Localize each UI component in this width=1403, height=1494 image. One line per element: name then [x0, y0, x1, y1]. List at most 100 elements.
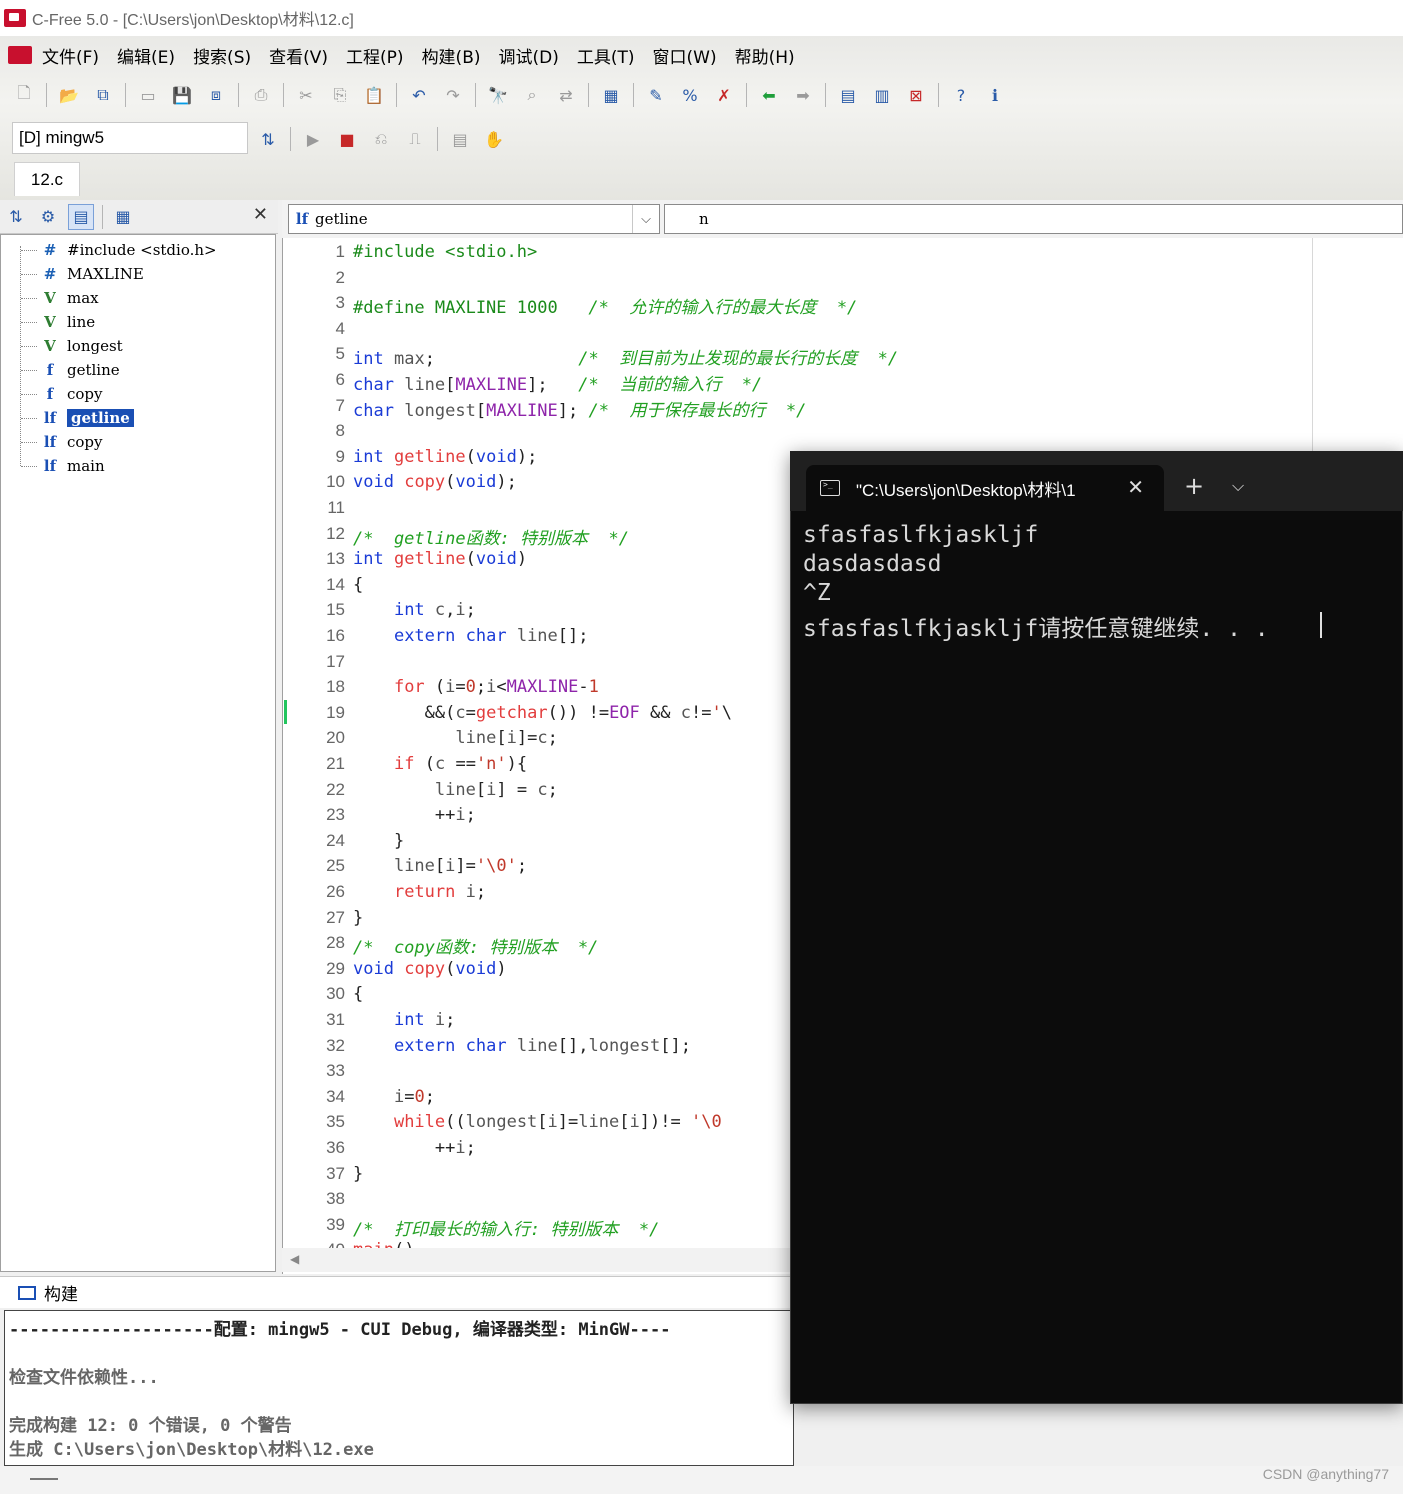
back-arrow-icon[interactable]: ⬅ — [757, 83, 781, 107]
menu-debug[interactable]: 调试(D) — [499, 43, 559, 68]
menu-help[interactable]: 帮助(H) — [735, 43, 795, 68]
new-file-icon[interactable]: 🗋 — [12, 83, 36, 107]
menu-project[interactable]: 工程(P) — [346, 43, 404, 68]
build-line: 检查文件依赖性... — [9, 1368, 159, 1388]
group-icon[interactable]: ⚙ — [36, 205, 60, 229]
chevron-down-icon[interactable]: ⌵ — [632, 205, 659, 233]
line-number: 6 — [335, 370, 345, 389]
tree-item-maxline[interactable]: # MAXLINE — [21, 262, 144, 286]
variable-icon: V — [44, 289, 56, 307]
paste-icon[interactable]: 📋 — [362, 83, 386, 107]
close-file-icon[interactable]: ▭ — [136, 83, 160, 107]
cut-icon[interactable]: ✂ — [294, 83, 318, 107]
replace-icon[interactable]: ⇄ — [554, 83, 578, 107]
tree-item-copy[interactable]: lf copy — [21, 430, 103, 454]
find-in-files-icon[interactable]: ▦ — [599, 83, 623, 107]
open-project-icon[interactable]: ⧉ — [91, 83, 115, 107]
build-panel-icon — [18, 1285, 36, 1300]
toolbar-separator — [825, 83, 826, 107]
code-line: /* getline函数: 特别版本 */ — [353, 528, 629, 549]
toggle-bookmark-icon[interactable]: ✎ — [644, 83, 668, 107]
toolbar-separator — [238, 83, 239, 107]
menu-tools[interactable]: 工具(T) — [577, 43, 635, 68]
code-line: for (i=0;i<MAXLINE-1 — [393, 677, 599, 698]
terminal-tab-title: "C:\Users\jon\Desktop\材料\1 — [856, 480, 1076, 500]
print-icon[interactable]: ⎙ — [249, 83, 273, 107]
menu-build[interactable]: 构建(B) — [422, 43, 481, 68]
toolbar-separator — [396, 83, 397, 107]
build-panel-header: 构建 — [0, 1276, 790, 1308]
tree-item-longest[interactable]: Vlongest — [21, 334, 123, 358]
run-icon[interactable]: ▶ — [301, 127, 325, 151]
tree-item-main[interactable]: lf main — [21, 454, 105, 478]
save-icon[interactable]: 💾 — [170, 83, 194, 107]
watch-icon[interactable]: ▤ — [448, 127, 472, 151]
line-number: 22 — [326, 779, 345, 799]
tree-item-getline[interactable]: lf getline — [21, 406, 134, 430]
find-icon[interactable]: 🔭 — [486, 83, 510, 107]
close-icon[interactable]: ✕ — [253, 204, 268, 225]
hand-icon[interactable]: ✋ — [482, 127, 506, 151]
terminal-tab[interactable]: "C:\Users\jon\Desktop\材料\1 ✕ — [806, 465, 1164, 511]
find-next-icon[interactable]: ⌕ — [520, 83, 544, 107]
menu-search[interactable]: 搜索(S) — [193, 43, 251, 68]
compile-icon[interactable]: ▤ — [836, 83, 860, 107]
toolbar-separator — [746, 83, 747, 107]
tree-item-copy-decl[interactable]: f copy — [21, 382, 103, 406]
tree-item-max[interactable]: Vmax — [21, 286, 99, 310]
clean-icon[interactable]: ⊠ — [904, 83, 928, 107]
menu-window[interactable]: 窗口(W) — [653, 43, 717, 68]
clear-bookmarks-icon[interactable]: ✗ — [712, 83, 736, 107]
scope-selector[interactable]: n — [664, 204, 1403, 234]
switch-compiler-icon[interactable]: ⇅ — [256, 127, 280, 151]
menu-view[interactable]: 查看(V) — [269, 43, 328, 68]
stop-icon[interactable]: ■ — [335, 127, 359, 151]
compiler-selector[interactable]: [D] mingw5 — [12, 122, 248, 154]
code-line: int max; /* 到目前为止发现的最长行的长度 */ — [353, 349, 899, 370]
help-icon[interactable]: ? — [949, 83, 973, 107]
tab-12c[interactable]: 12.c — [14, 162, 80, 196]
build-icon[interactable]: ▥ — [870, 83, 894, 107]
tree-item-include[interactable]: # #include <stdio.h> — [21, 238, 217, 262]
copy-icon[interactable]: ⎘ — [328, 83, 352, 107]
chevron-down-icon[interactable]: ⌵ — [1232, 476, 1244, 496]
line-number: 31 — [326, 1010, 345, 1029]
line-number: 33 — [326, 1061, 345, 1081]
menu-file[interactable]: 文件(F) — [42, 43, 99, 68]
title-bar: C-Free 5.0 - [C:\Users\jon\Desktop\材料\12… — [0, 0, 1403, 36]
tree-item-line[interactable]: Vline — [21, 310, 95, 334]
code-line: } — [393, 830, 405, 851]
new-tab-icon[interactable]: + — [1184, 472, 1204, 500]
save-all-icon[interactable]: ⧈ — [204, 83, 228, 107]
function-selector[interactable]: lf getline ⌵ — [288, 204, 660, 234]
terminal-window[interactable] — [790, 451, 1403, 1404]
undo-icon[interactable]: ↶ — [407, 83, 431, 107]
toolbar-separator — [46, 83, 47, 107]
line-number: 1 — [335, 242, 345, 261]
code-line: extern char line[],longest[]; — [393, 1035, 691, 1056]
open-folder-icon[interactable]: 📂 — [57, 83, 81, 107]
step-over-icon[interactable]: ⎌ — [369, 127, 393, 151]
tree-item-getline-decl[interactable]: f getline — [21, 358, 120, 382]
line-number: 19 — [326, 702, 345, 722]
percent-icon[interactable]: % — [678, 83, 702, 107]
line-number: 29 — [326, 958, 345, 978]
menu-edit[interactable]: 编辑(E) — [117, 43, 175, 68]
file-list-icon[interactable]: ▦ — [111, 205, 135, 229]
info-icon[interactable]: ℹ — [983, 83, 1007, 107]
step-into-icon[interactable]: ⎍ — [403, 127, 427, 151]
code-line: /* copy函数: 特别版本 */ — [353, 938, 599, 959]
toolbar-separator — [437, 127, 438, 151]
horizontal-scrollbar[interactable]: ◀ — [282, 1248, 792, 1272]
tree-view-icon[interactable]: ▤ — [68, 203, 94, 230]
sort-az-icon[interactable]: ⇅ — [4, 205, 28, 229]
function-selector-value: getline — [315, 210, 368, 228]
forward-arrow-icon[interactable]: ➡ — [791, 83, 815, 107]
build-output[interactable]: --------------------配置: mingw5 - CUI Deb… — [4, 1310, 794, 1466]
status-strip — [0, 1466, 1403, 1494]
redo-icon[interactable]: ↷ — [441, 83, 465, 107]
code-line: while((longest[i]=line[i])!= '\0 — [393, 1112, 722, 1133]
close-icon[interactable]: ✕ — [1127, 475, 1144, 499]
symbol-tree: # #include <stdio.h> # MAXLINE Vmax Vline … — [0, 234, 276, 1272]
scroll-left-icon[interactable]: ◀ — [290, 1252, 299, 1266]
